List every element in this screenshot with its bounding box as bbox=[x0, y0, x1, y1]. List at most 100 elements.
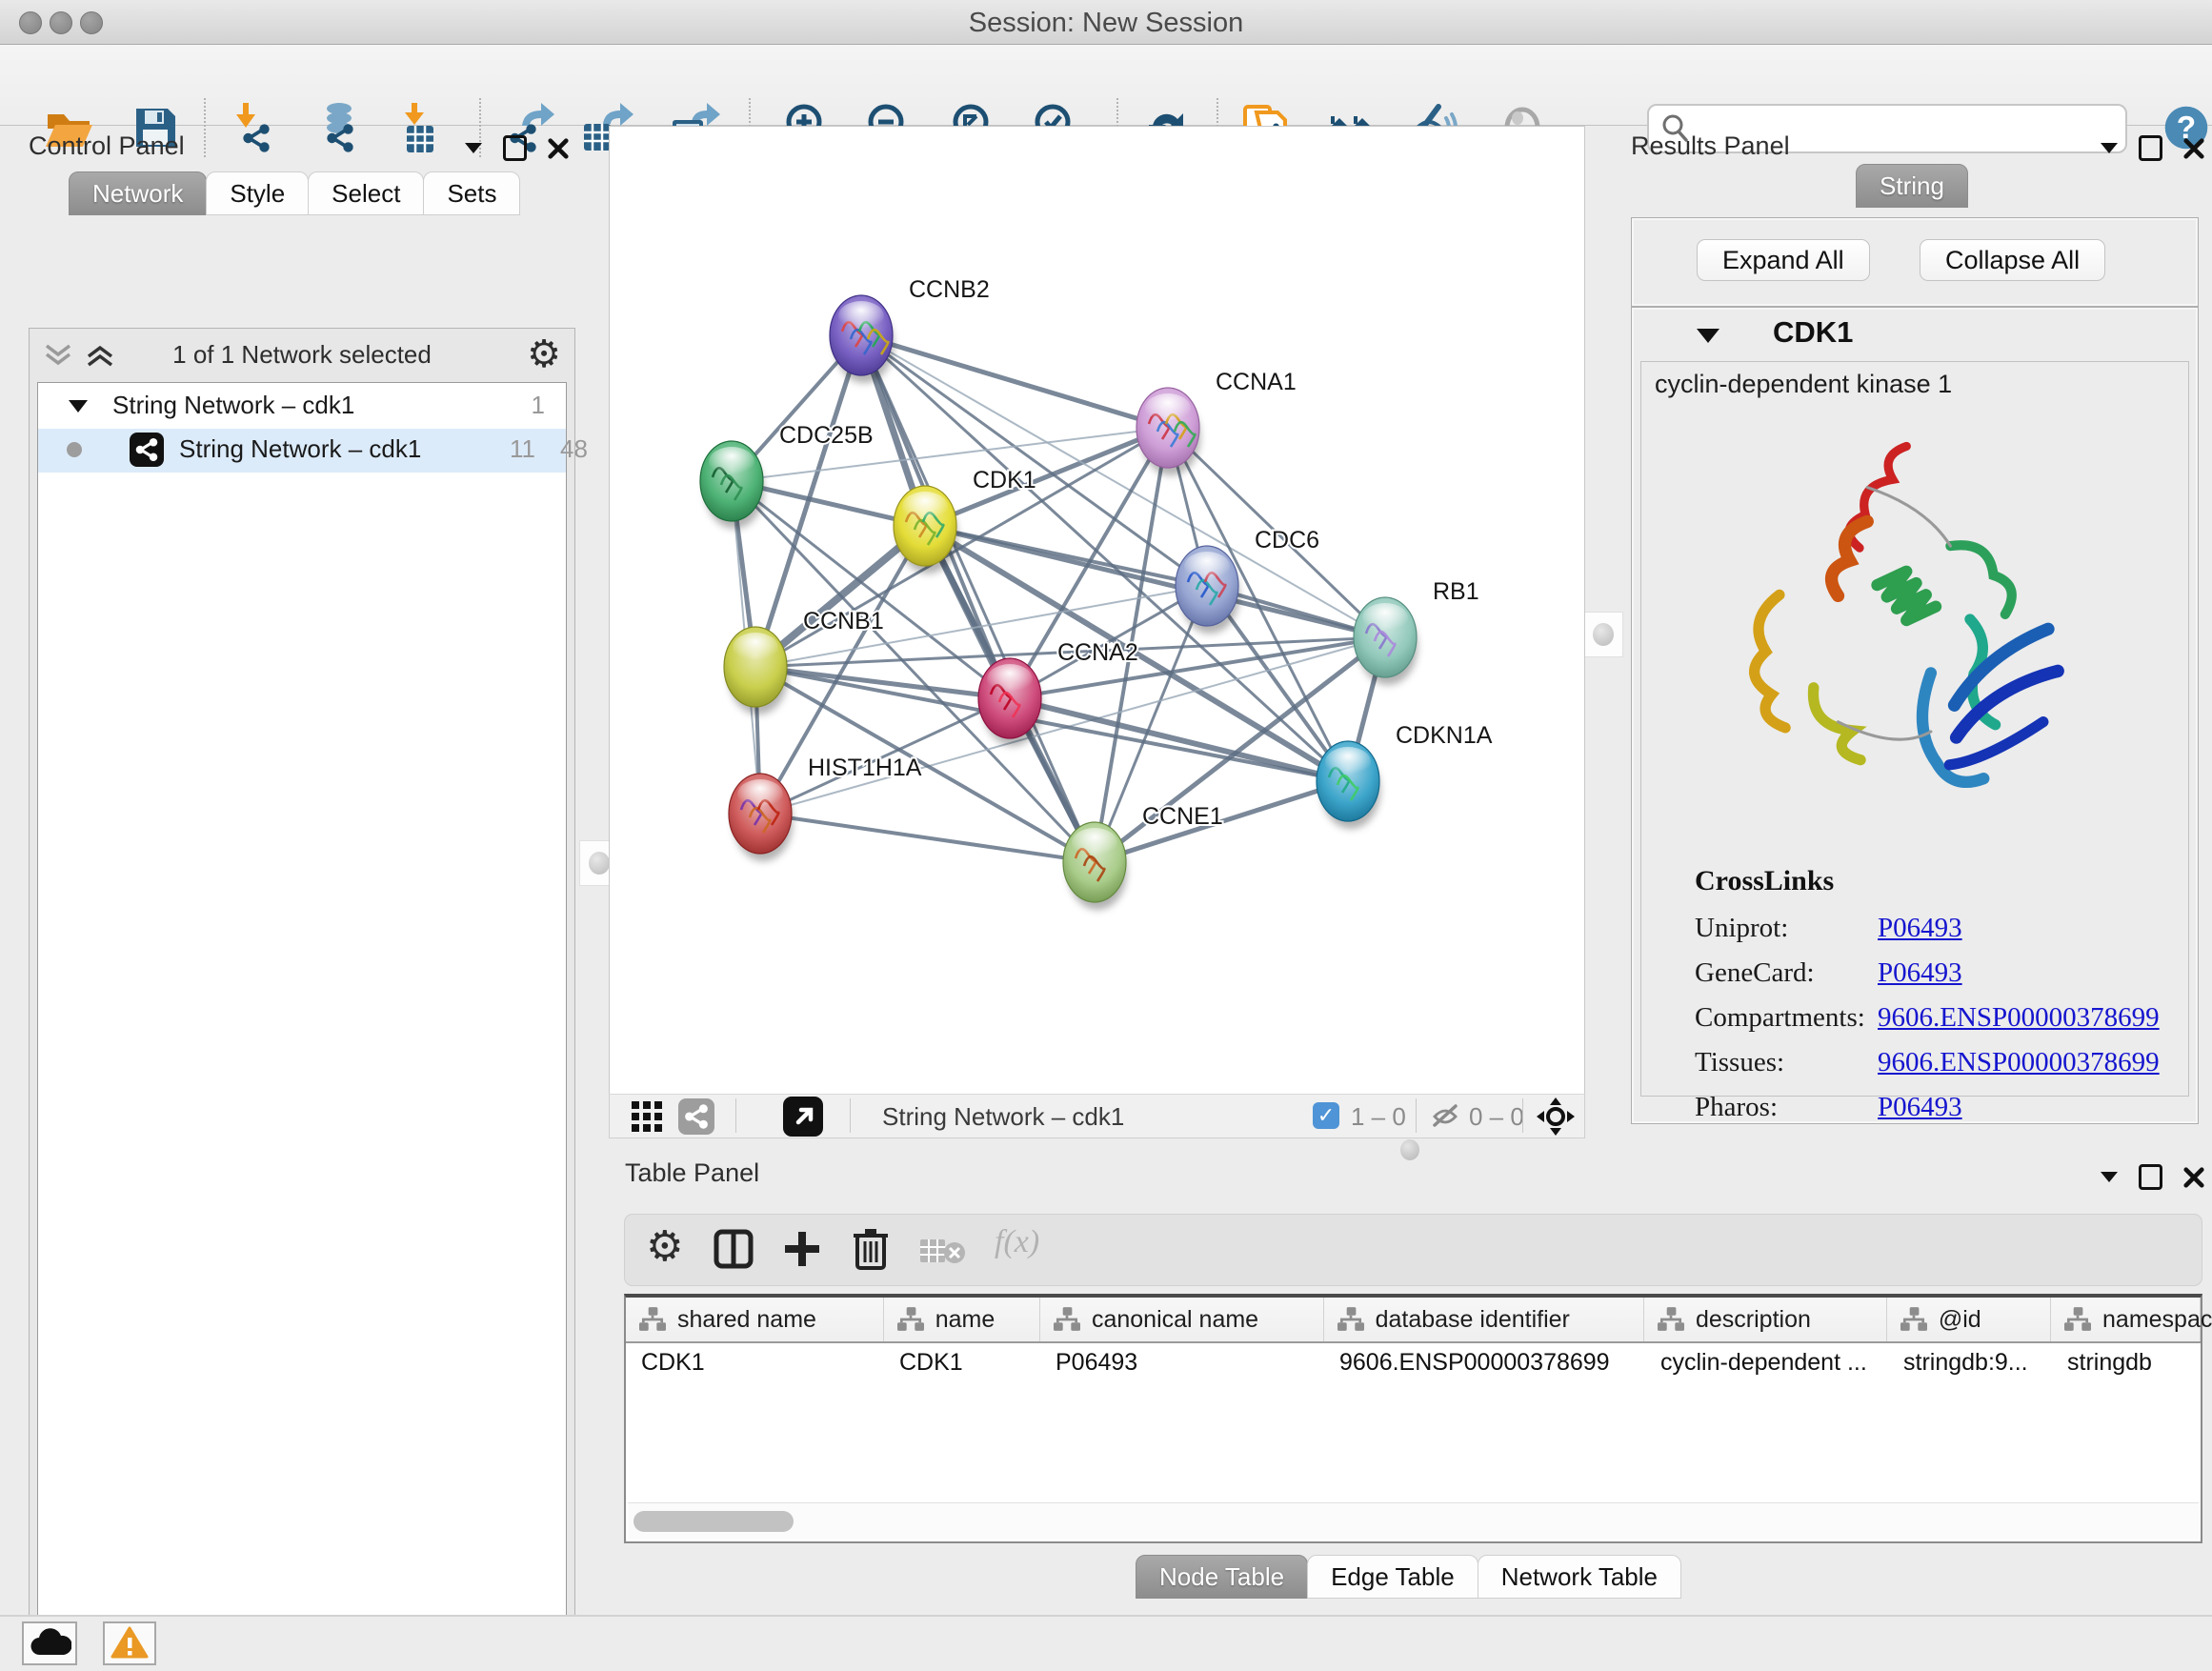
birds-eye-view-icon[interactable] bbox=[1536, 1097, 1576, 1137]
crosslink-link[interactable]: 9606.ENSP00000378699 bbox=[1878, 1047, 2160, 1078]
control-panel: Control Panel NetworkStyleSelectSets 1 o… bbox=[8, 126, 579, 1585]
control-panel-window-controls bbox=[465, 135, 569, 161]
edge-HIST1H1A-CCNE1[interactable] bbox=[760, 814, 1095, 862]
node-label-CCNE1: CCNE1 bbox=[1142, 803, 1223, 830]
node-CCNB1[interactable] bbox=[724, 627, 788, 715]
crosslink-link[interactable]: P06493 bbox=[1878, 913, 1962, 944]
panel-close-icon[interactable] bbox=[548, 138, 569, 159]
current-network-indicator bbox=[67, 442, 82, 457]
edge-CCNB1-CCNA2[interactable] bbox=[755, 667, 1010, 698]
panel-menu-icon[interactable] bbox=[2101, 1172, 2118, 1182]
table-cell[interactable]: stringdb bbox=[2052, 1343, 2201, 1383]
delete-column-icon[interactable] bbox=[850, 1226, 892, 1272]
expand-all-button[interactable]: Expand All bbox=[1697, 239, 1870, 281]
table-cell[interactable]: stringdb:9... bbox=[1888, 1343, 2052, 1383]
network-node-count: 11 bbox=[510, 434, 535, 464]
table-cell[interactable]: CDK1 bbox=[626, 1343, 884, 1383]
network-options-gear-icon[interactable]: ⚙ bbox=[527, 332, 561, 376]
network-collection-row[interactable]: String Network – cdk1 1 bbox=[38, 389, 566, 429]
column-header-name[interactable]: name bbox=[884, 1298, 1040, 1341]
table-cell[interactable]: cyclin-dependent ... bbox=[1645, 1343, 1888, 1383]
crosslink-link[interactable]: 9606.ENSP00000378699 bbox=[1878, 1002, 2160, 1034]
grid-view-icon[interactable] bbox=[631, 1100, 663, 1133]
edge-CCNB2-CCNA1[interactable] bbox=[861, 335, 1168, 428]
column-header-namespace[interactable]: namespace bbox=[2051, 1298, 2201, 1341]
node-CDKN1A[interactable] bbox=[1317, 741, 1380, 829]
table-horizontal-scrollbar[interactable] bbox=[628, 1502, 2199, 1540]
node-CCNA2[interactable] bbox=[978, 658, 1042, 746]
edge-CCNB2-CCNE1[interactable] bbox=[861, 335, 1095, 862]
crosslink-label: Tissues: bbox=[1695, 1047, 1784, 1078]
scrollbar-thumb[interactable] bbox=[633, 1511, 794, 1532]
right-splitter-handle[interactable] bbox=[1583, 612, 1623, 657]
collection-expander-icon[interactable] bbox=[69, 400, 88, 413]
table-cell[interactable]: CDK1 bbox=[884, 1343, 1040, 1383]
status-bar: Memory bbox=[0, 1615, 2212, 1671]
node-RB1[interactable] bbox=[1354, 597, 1418, 685]
table-panel-title: Table Panel bbox=[625, 1158, 759, 1188]
network-edge-count: 48 bbox=[560, 434, 588, 464]
tab-node-table[interactable]: Node Table bbox=[1136, 1555, 1308, 1599]
table-cell[interactable]: 9606.ENSP00000378699 bbox=[1324, 1343, 1645, 1383]
node-CDC6[interactable] bbox=[1176, 546, 1239, 634]
crosslinks-list: Uniprot:P06493GeneCard:P06493Compartment… bbox=[1641, 913, 2188, 1151]
show-columns-icon[interactable] bbox=[713, 1228, 754, 1270]
panel-float-icon[interactable] bbox=[2139, 135, 2162, 161]
collapse-all-button[interactable]: Collapse All bbox=[1920, 239, 2105, 281]
node-CCNE1[interactable] bbox=[1063, 822, 1127, 910]
control-panel-tabs: NetworkStyleSelectSets bbox=[69, 171, 519, 215]
crosslink-row: Tissues: 9606.ENSP00000378699 bbox=[1641, 1047, 2188, 1092]
tab-edge-table[interactable]: Edge Table bbox=[1307, 1555, 1478, 1599]
network-row-selected[interactable]: String Network – cdk1 11 48 bbox=[38, 429, 566, 473]
window-title: Session: New Session bbox=[0, 8, 2212, 39]
warning-status-icon[interactable] bbox=[103, 1621, 156, 1665]
protein-expander-icon[interactable] bbox=[1697, 329, 1719, 343]
node-label-CDKN1A: CDKN1A bbox=[1396, 722, 1493, 749]
table-options-gear-icon[interactable]: ⚙ bbox=[646, 1222, 683, 1271]
tab-select[interactable]: Select bbox=[308, 171, 424, 215]
panel-menu-icon[interactable] bbox=[2101, 143, 2118, 153]
panel-float-icon[interactable] bbox=[2139, 1164, 2162, 1190]
panel-close-icon[interactable] bbox=[2183, 138, 2204, 159]
node-table: shared namenamecanonical namedatabase id… bbox=[624, 1294, 2202, 1543]
tab-network-table[interactable]: Network Table bbox=[1478, 1555, 1681, 1599]
node-CCNB2[interactable] bbox=[830, 295, 894, 383]
hidden-elements-icon[interactable] bbox=[1431, 1102, 1461, 1129]
node-HIST1H1A[interactable] bbox=[729, 774, 793, 861]
tab-sets[interactable]: Sets bbox=[423, 171, 520, 215]
application-window: Session: New Session bbox=[0, 0, 2212, 1671]
protein-structure-image bbox=[1716, 429, 2078, 810]
node-label-HIST1H1A: HIST1H1A bbox=[808, 755, 922, 781]
control-panel-title: Control Panel bbox=[29, 131, 185, 161]
column-type-icon bbox=[1337, 1306, 1364, 1333]
table-cell[interactable]: P06493 bbox=[1040, 1343, 1324, 1383]
crosslink-link[interactable]: P06493 bbox=[1878, 1092, 1962, 1123]
selected-nodes-checkbox[interactable]: ✓ bbox=[1313, 1102, 1339, 1129]
column-header-database-identifier[interactable]: database identifier bbox=[1324, 1298, 1644, 1341]
tab-style[interactable]: Style bbox=[206, 171, 309, 215]
selected-counts: 1 – 0 bbox=[1351, 1102, 1406, 1132]
panel-menu-icon[interactable] bbox=[465, 143, 482, 153]
node-label-RB1: RB1 bbox=[1433, 578, 1479, 605]
tab-network[interactable]: Network bbox=[69, 171, 207, 215]
crosslinks-title: CrossLinks bbox=[1695, 865, 1834, 897]
panel-close-icon[interactable] bbox=[2183, 1167, 2204, 1188]
network-canvas[interactable]: CCNB2CCNA1CDC25BCDK1CDC6RB1CCNB1CCNA2CDK… bbox=[609, 126, 1585, 1095]
results-buttons-box: Expand All Collapse All bbox=[1631, 217, 2199, 307]
column-header-description[interactable]: description bbox=[1644, 1298, 1887, 1341]
tab-string[interactable]: String bbox=[1856, 164, 1968, 208]
add-column-icon[interactable] bbox=[781, 1228, 823, 1270]
detach-view-icon[interactable] bbox=[783, 1097, 823, 1137]
node-CDC25B[interactable] bbox=[700, 441, 764, 529]
edge-CCNB2-RB1[interactable] bbox=[861, 335, 1385, 637]
column-header-shared-name[interactable]: shared name bbox=[626, 1298, 884, 1341]
network-share-view-icon[interactable] bbox=[678, 1098, 714, 1135]
column-header-@id[interactable]: @id bbox=[1887, 1298, 2051, 1341]
crosslink-link[interactable]: P06493 bbox=[1878, 957, 1962, 989]
column-header-canonical-name[interactable]: canonical name bbox=[1040, 1298, 1324, 1341]
node-label-CCNB1: CCNB1 bbox=[803, 608, 884, 634]
panel-float-icon[interactable] bbox=[503, 135, 527, 161]
cloud-status-icon[interactable] bbox=[22, 1621, 77, 1665]
table-row[interactable]: CDK1CDK1P064939606.ENSP00000378699cyclin… bbox=[626, 1343, 2201, 1383]
crosslink-label: Compartments: bbox=[1695, 1002, 1865, 1034]
